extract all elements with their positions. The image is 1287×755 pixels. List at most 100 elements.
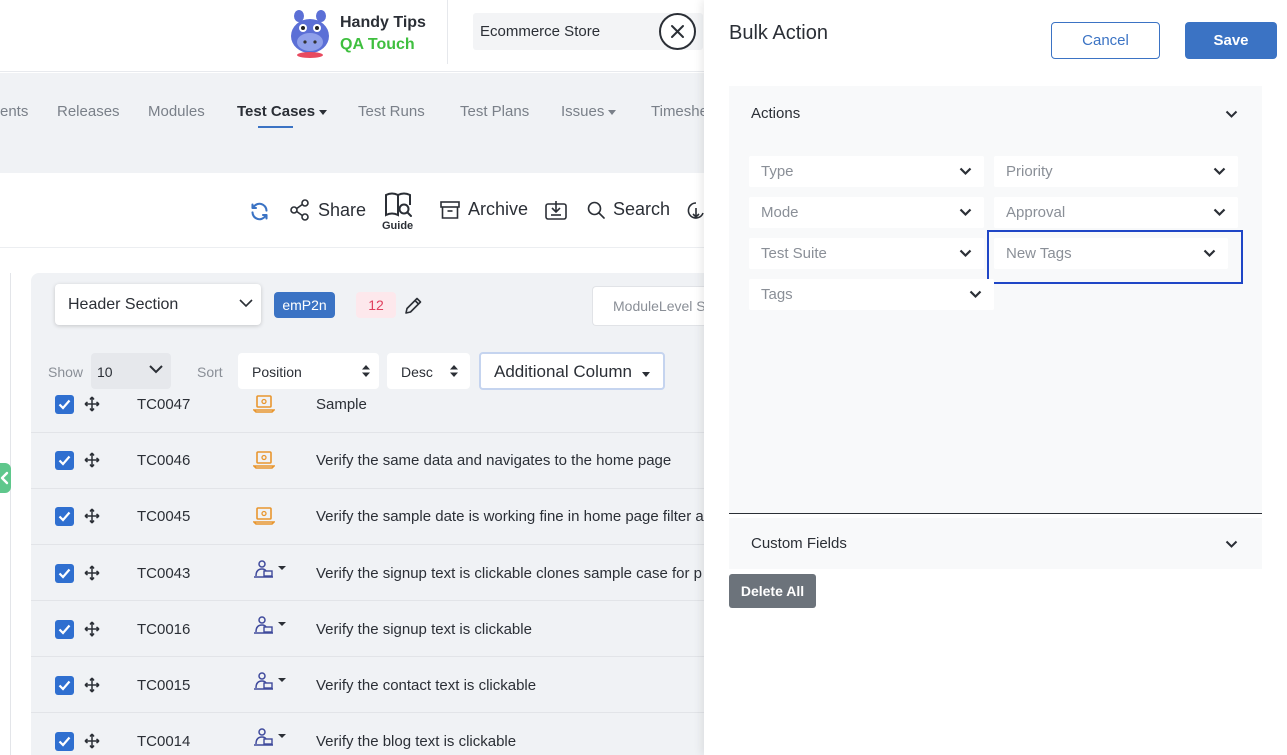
archive-button[interactable]: Archive — [440, 199, 528, 220]
test-case-id[interactable]: TC0047 — [137, 396, 190, 413]
test-case-id[interactable]: TC0043 — [137, 565, 190, 582]
share-icon — [290, 199, 309, 221]
chevron-down-icon[interactable] — [1225, 540, 1238, 549]
header-divider — [447, 0, 448, 64]
share-button[interactable]: Share — [290, 199, 366, 221]
test-case-id[interactable]: TC0046 — [137, 452, 190, 469]
row-checkbox[interactable] — [55, 564, 74, 583]
drag-move-icon[interactable] — [84, 677, 100, 693]
test-case-title[interactable]: Sample — [316, 396, 704, 413]
test-case-id[interactable]: TC0014 — [137, 733, 190, 750]
drag-move-icon[interactable] — [84, 452, 100, 468]
section-select-value: Header Section — [68, 296, 179, 313]
import-icon[interactable] — [545, 200, 567, 220]
table-row[interactable]: TC0046 Verify the same data and navigate… — [31, 433, 704, 489]
manual-tester-icon[interactable] — [253, 671, 289, 691]
row-checkbox[interactable] — [55, 732, 74, 751]
pencil-edit-icon[interactable] — [403, 296, 423, 316]
approval-select[interactable]: Approval — [994, 197, 1238, 228]
tag-badge[interactable]: emP2n — [274, 292, 335, 318]
check-icon — [58, 455, 71, 466]
test-case-title[interactable]: Verify the sample date is working fine i… — [316, 508, 704, 525]
test-case-title[interactable]: Verify the same data and navigates to th… — [316, 452, 704, 469]
custom-fields-title[interactable]: Custom Fields — [751, 535, 847, 552]
table-row[interactable]: TC0043 Verify the signup text is clickab… — [31, 545, 704, 601]
sidebar-toggle-button[interactable] — [0, 463, 11, 493]
type-select[interactable]: Type — [749, 156, 984, 187]
test-case-title[interactable]: Verify the signup text is clickable — [316, 621, 704, 638]
nav-item-test-cases-label: Test Cases — [237, 103, 316, 120]
sort-updown-icon — [362, 365, 370, 377]
nav-item-test-plans[interactable]: Test Plans — [460, 103, 529, 120]
manual-tester-icon[interactable] — [253, 559, 289, 579]
table-row[interactable]: TC0016 Verify the signup text is clickab… — [31, 601, 704, 657]
row-checkbox[interactable] — [55, 507, 74, 526]
drag-move-icon[interactable] — [84, 508, 100, 524]
test-case-title[interactable]: Verify the contact text is clickable — [316, 677, 704, 694]
bulk-action-title: Bulk Action — [729, 22, 828, 44]
table-row[interactable]: TC0047 Sample — [31, 377, 704, 433]
check-icon — [58, 680, 71, 691]
brand-subtitle: QA Touch — [340, 36, 415, 53]
drag-move-icon[interactable] — [84, 733, 100, 749]
drag-move-icon[interactable] — [84, 565, 100, 581]
test-suite-select[interactable]: Test Suite — [749, 238, 984, 269]
mode-select-placeholder: Mode — [761, 204, 799, 221]
test-case-id[interactable]: TC0045 — [137, 508, 190, 525]
nav-item-issues-label: Issues — [561, 103, 605, 120]
manual-tester-icon[interactable] — [253, 615, 289, 635]
save-button[interactable]: Save — [1185, 22, 1277, 59]
test-case-title[interactable]: Verify the blog text is clickable — [316, 733, 704, 750]
nav-item-test-cases[interactable]: Test Cases — [237, 103, 328, 120]
nav-item-releases[interactable]: Releases — [57, 103, 120, 120]
actions-section-title[interactable]: Actions — [751, 105, 800, 122]
chevron-down-icon — [959, 208, 972, 217]
row-checkbox[interactable] — [55, 395, 74, 414]
type-select-placeholder: Type — [761, 163, 794, 180]
archive-label: Archive — [468, 199, 529, 219]
drag-move-icon[interactable] — [84, 621, 100, 637]
refresh-icon[interactable] — [249, 201, 270, 222]
row-checkbox[interactable] — [55, 451, 74, 470]
nav-item-modules[interactable]: Modules — [148, 103, 205, 120]
row-checkbox[interactable] — [55, 676, 74, 695]
manual-tester-icon[interactable] — [253, 727, 289, 747]
module-navbar — [0, 73, 704, 173]
test-case-title[interactable]: Verify the signup text is clickable clon… — [316, 565, 704, 582]
download-icon[interactable] — [687, 202, 704, 220]
tags-select-placeholder: Tags — [761, 286, 793, 303]
tags-select[interactable]: Tags — [749, 279, 994, 310]
mode-select[interactable]: Mode — [749, 197, 984, 228]
check-icon — [58, 511, 71, 522]
nav-item-test-runs[interactable]: Test Runs — [358, 103, 425, 120]
chevron-down-icon[interactable] — [1225, 110, 1238, 119]
table-row[interactable]: TC0015 Verify the contact text is clicka… — [31, 657, 704, 713]
nav-item-issues[interactable]: Issues — [561, 103, 617, 120]
row-checkbox[interactable] — [55, 620, 74, 639]
test-case-id[interactable]: TC0015 — [137, 677, 190, 694]
nav-item-requirements[interactable]: ents — [0, 103, 28, 120]
cancel-button[interactable]: Cancel — [1051, 22, 1160, 59]
laptop-icon — [253, 507, 275, 525]
count-badge: 12 — [356, 292, 396, 318]
brand-name: Handy Tips — [340, 14, 426, 31]
laptop-icon — [253, 451, 275, 469]
close-icon — [671, 25, 684, 38]
test-case-id[interactable]: TC0016 — [137, 621, 190, 638]
table-row[interactable]: TC0045 Verify the sample date is working… — [31, 489, 704, 545]
chevron-down-icon — [239, 299, 253, 308]
search-button[interactable]: Search — [587, 199, 670, 220]
priority-select[interactable]: Priority — [994, 156, 1238, 187]
close-project-button[interactable] — [659, 13, 696, 50]
drag-move-icon[interactable] — [84, 396, 100, 412]
check-icon — [58, 736, 71, 747]
delete-all-button[interactable]: Delete All — [729, 574, 816, 608]
priority-select-placeholder: Priority — [1006, 163, 1053, 180]
chevron-down-icon — [1213, 208, 1226, 217]
approval-select-placeholder: Approval — [1006, 204, 1066, 221]
chevron-down-icon — [1213, 167, 1226, 176]
guide-book-icon[interactable] — [384, 191, 414, 219]
guide-label: Guide — [382, 220, 414, 232]
nav-item-timesheet[interactable]: Timeshe — [651, 103, 708, 120]
table-row[interactable]: TC0014 Verify the blog text is clickable — [31, 713, 704, 755]
